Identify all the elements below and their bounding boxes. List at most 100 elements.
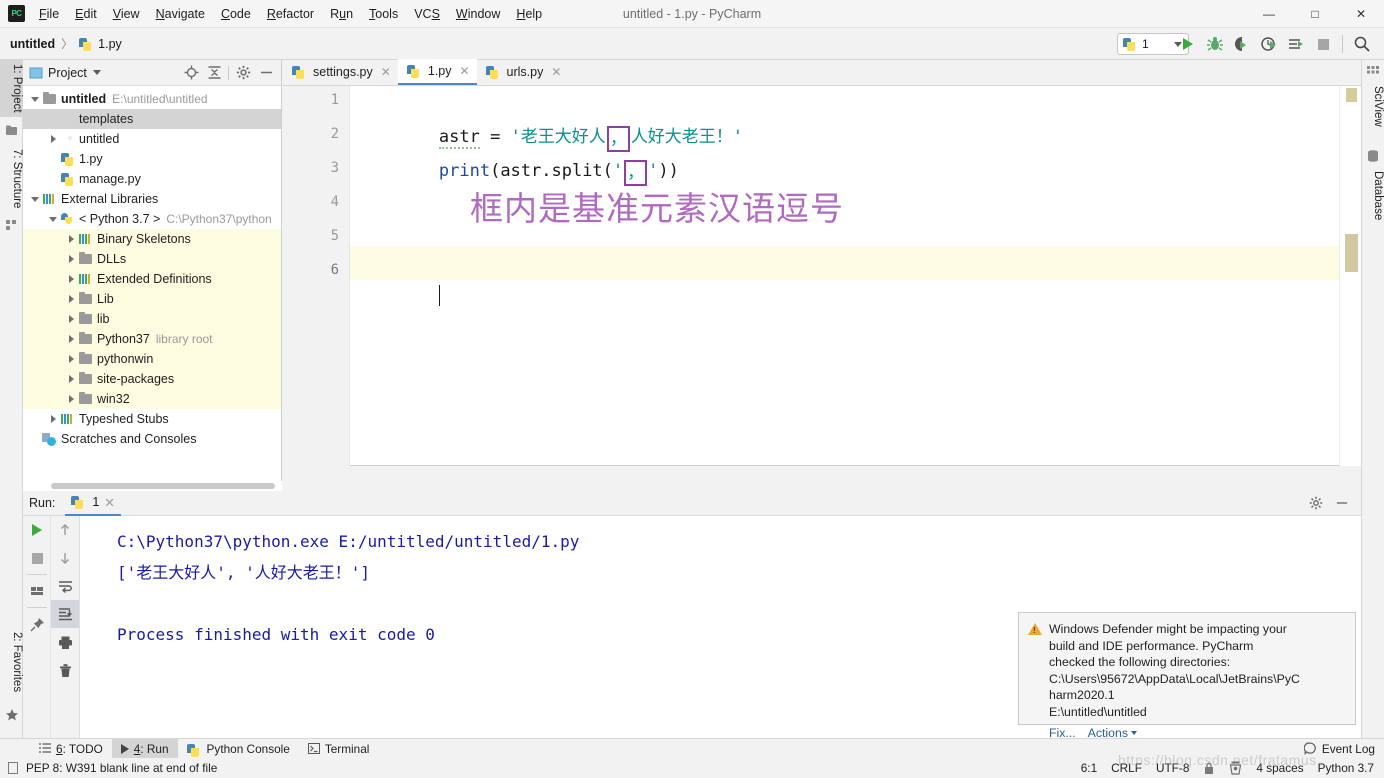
breadcrumb-file[interactable]: 1.py: [98, 37, 122, 51]
menu-item-tools[interactable]: Tools: [361, 0, 406, 28]
project-tree-item[interactable]: Scratches and Consoles: [23, 429, 281, 449]
project-tree-item[interactable]: untitled: [23, 129, 281, 149]
tree-right-arrow-icon[interactable]: [47, 413, 59, 425]
menu-item-vcs[interactable]: VCS: [406, 0, 448, 28]
line-separator-indicator[interactable]: CRLF: [1111, 761, 1142, 775]
locate-file-button[interactable]: [180, 62, 202, 84]
sidebar-tab-database[interactable]: Database: [1361, 167, 1384, 224]
editor-scrollbar-thumb[interactable]: [1345, 234, 1358, 272]
tree-right-arrow-icon[interactable]: [65, 333, 77, 345]
project-tree-item[interactable]: pythonwin: [23, 349, 281, 369]
toolwindow-tab-terminal[interactable]: Terminal: [299, 739, 379, 759]
editor-warning-marker[interactable]: [1346, 88, 1357, 102]
scrollbar-thumb[interactable]: [51, 483, 275, 489]
caret-position-indicator[interactable]: 6:1: [1081, 761, 1097, 775]
editor-tab-settings-py[interactable]: settings.py ✕: [283, 59, 398, 85]
editor-tab-close-icon[interactable]: ✕: [459, 64, 469, 78]
tree-right-arrow-icon[interactable]: [65, 273, 77, 285]
project-tree-item[interactable]: untitled E:\untitled\untitled: [23, 89, 281, 109]
menu-item-file[interactable]: FFileile: [31, 0, 67, 28]
run-console-button[interactable]: [1284, 32, 1308, 56]
minimize-button[interactable]: —: [1246, 0, 1292, 28]
tree-right-arrow-icon[interactable]: [65, 233, 77, 245]
event-log-button[interactable]: Event Log: [1303, 739, 1375, 759]
close-button[interactable]: ✕: [1338, 0, 1384, 28]
chevron-down-icon[interactable]: [92, 70, 101, 75]
project-tree-item[interactable]: < Python 3.7 > C:\Python37\python: [23, 209, 281, 229]
editor-tab-close-icon[interactable]: ✕: [551, 65, 561, 79]
menu-item-refactor[interactable]: Refactor: [259, 0, 322, 28]
project-tree-item[interactable]: Extended Definitions: [23, 269, 281, 289]
menu-item-window[interactable]: Window: [448, 0, 508, 28]
tree-right-arrow-icon[interactable]: [65, 373, 77, 385]
menu-item-edit[interactable]: Edit: [67, 0, 105, 28]
project-tree[interactable]: untitled E:\untitled\untitled templates unt…: [23, 86, 281, 449]
maximize-button[interactable]: □: [1292, 0, 1338, 28]
toolwindow-tab-todo[interactable]: 6: TODO: [30, 739, 112, 759]
code-line-2[interactable]: print(astr.split('， ')): [350, 120, 1339, 186]
sidebar-tab-structure[interactable]: 7: Structure: [0, 145, 23, 212]
indent-indicator[interactable]: 4 spaces: [1256, 761, 1303, 775]
stop-process-button[interactable]: [23, 544, 51, 572]
project-tree-item[interactable]: 1.py: [23, 149, 281, 169]
tree-down-arrow-icon[interactable]: [29, 193, 41, 205]
toolwindow-tab-run[interactable]: 4: Run: [111, 738, 178, 759]
editor-code-area[interactable]: astr = '老王大好人，人好大老王！' print(astr.split('…: [350, 86, 1339, 466]
debug-button[interactable]: [1203, 32, 1227, 56]
collapse-all-button[interactable]: [203, 62, 225, 84]
project-tree-item[interactable]: DLLs: [23, 249, 281, 269]
hide-panel-button[interactable]: [255, 62, 277, 84]
next-occurrence-button[interactable]: [51, 544, 79, 572]
soft-wrap-button[interactable]: [51, 572, 79, 600]
tree-right-arrow-icon[interactable]: [65, 253, 77, 265]
clear-all-button[interactable]: [51, 656, 79, 684]
project-tree-item[interactable]: Lib: [23, 289, 281, 309]
run-tab-close-icon[interactable]: ✕: [104, 495, 114, 510]
tree-right-arrow-icon[interactable]: [65, 353, 77, 365]
project-horizontal-scrollbar[interactable]: [23, 481, 282, 491]
search-everywhere-button[interactable]: [1350, 32, 1374, 56]
menu-item-code[interactable]: Code: [213, 0, 259, 28]
run-button[interactable]: [1176, 32, 1200, 56]
editor-tab-urls-py[interactable]: urls.py ✕: [477, 59, 569, 85]
rerun-button[interactable]: [23, 516, 51, 544]
stop-button[interactable]: [1311, 32, 1335, 56]
file-lock-button[interactable]: [1203, 762, 1215, 775]
project-tree-item[interactable]: win32: [23, 389, 281, 409]
code-editor[interactable]: 1 2 3 4 5 6 astr = '老王大好人，人好大老王！' print(astr.…: [283, 86, 1361, 466]
menu-item-navigate[interactable]: Navigate: [148, 0, 213, 28]
project-tree-item[interactable]: Python37 library root: [23, 329, 281, 349]
encoding-indicator[interactable]: UTF-8: [1156, 761, 1189, 775]
editor-gutter[interactable]: 1 2 3 4 5 6: [283, 86, 350, 466]
sidebar-tab-favorites[interactable]: 2: Favorites: [0, 628, 23, 696]
editor-tab-1-py[interactable]: 1.py ✕: [397, 59, 477, 85]
tree-right-arrow-icon[interactable]: [65, 293, 77, 305]
tree-right-arrow-icon[interactable]: [65, 313, 77, 325]
prev-occurrence-button[interactable]: [51, 516, 79, 544]
inspection-profile-button[interactable]: [1229, 761, 1242, 775]
editor-scrollbar[interactable]: [1339, 86, 1361, 466]
project-settings-button[interactable]: [232, 62, 254, 84]
menu-item-view[interactable]: View: [105, 0, 148, 28]
run-hide-button[interactable]: [1331, 492, 1353, 514]
profile-button[interactable]: [1257, 32, 1281, 56]
code-line-6[interactable]: [350, 246, 1339, 306]
tree-down-arrow-icon[interactable]: [29, 93, 41, 105]
project-tree-item[interactable]: Typeshed Stubs: [23, 409, 281, 429]
interpreter-indicator[interactable]: Python 3.7: [1318, 761, 1374, 775]
tree-right-arrow-icon[interactable]: [65, 393, 77, 405]
toolwindow-tab-python-console[interactable]: Python Console: [178, 739, 299, 759]
editor-tab-close-icon[interactable]: ✕: [381, 65, 391, 79]
run-settings-button[interactable]: [1305, 492, 1327, 514]
run-tab-1[interactable]: 1 ✕: [65, 491, 121, 516]
project-tree-item[interactable]: lib: [23, 309, 281, 329]
project-tree-item[interactable]: site-packages: [23, 369, 281, 389]
scroll-to-end-button[interactable]: [51, 600, 79, 628]
sidebar-tab-sciview[interactable]: SciView: [1361, 82, 1384, 131]
notification-balloon[interactable]: Windows Defender might be impacting your…: [1018, 612, 1356, 740]
project-tree-item[interactable]: manage.py: [23, 169, 281, 189]
show-console-button[interactable]: [23, 577, 51, 605]
code-line-1[interactable]: astr = '老王大好人，人好大老王！': [350, 86, 1339, 152]
tree-right-arrow-icon[interactable]: [47, 133, 59, 145]
menu-item-help[interactable]: Help: [508, 0, 550, 28]
